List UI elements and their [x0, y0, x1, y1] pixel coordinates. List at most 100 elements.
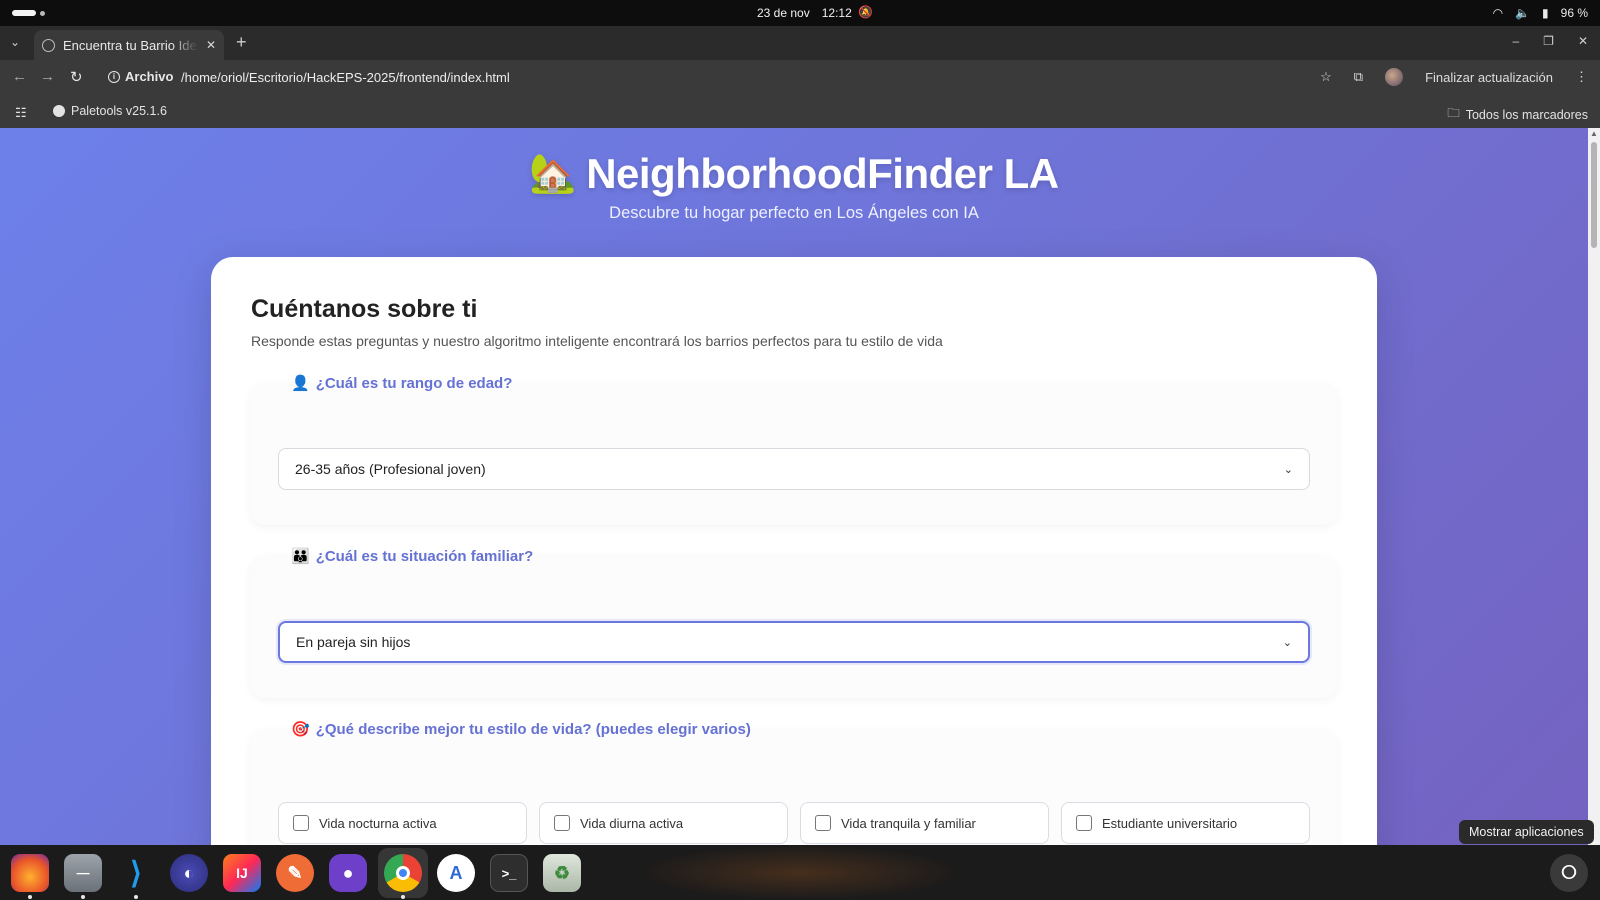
bookmark-favicon-icon [53, 105, 65, 117]
all-bookmarks-label: Todos los marcadores [1465, 107, 1588, 122]
firefox-icon[interactable] [11, 854, 49, 892]
age-question-label: 👤 ¿Cuál es tu rango de edad? [291, 374, 513, 393]
house-icon: 🏡 [529, 153, 577, 195]
notifications-muted-icon: 🔕 [858, 5, 873, 19]
age-select-value: 26-35 años (Profesional joven) [295, 461, 486, 477]
target-icon: 🎯 [291, 721, 310, 738]
vscode-icon[interactable]: ⟩ [117, 854, 155, 892]
running-indicator [81, 895, 85, 899]
trash-icon[interactable]: ♻ [543, 854, 581, 892]
hero-header: 🏡 NeighborhoodFinder LA Descubre tu hoga… [0, 150, 1588, 223]
tab-active[interactable]: Encuentra tu Barrio Ideal ✕ [34, 30, 224, 60]
person-icon: 👤 [291, 375, 310, 392]
folder-icon: 🗀 [1447, 106, 1460, 120]
scheme-label: Archivo [125, 69, 174, 84]
site-title-text: NeighborhoodFinder LA [586, 150, 1059, 197]
close-tab-icon[interactable]: ✕ [206, 38, 216, 52]
checkbox[interactable] [815, 815, 831, 831]
option-label: Vida nocturna activa [319, 815, 437, 831]
family-select-value: En pareja sin hijos [296, 634, 411, 650]
back-arrow-icon[interactable]: ← [12, 68, 27, 85]
all-bookmarks-button[interactable]: 🗀 Todos los marcadores [1447, 104, 1588, 125]
show-apps-icon[interactable]: ⭘ [1550, 854, 1588, 892]
family-icon: 👪 [291, 548, 310, 565]
restore-icon[interactable]: ❐ [1543, 34, 1554, 48]
reload-icon[interactable]: ↻ [70, 68, 83, 86]
lifestyle-option-quiet-family[interactable]: Vida tranquila y familiar [800, 802, 1049, 844]
globe-icon [42, 38, 55, 52]
postman-icon[interactable]: ✎ [276, 854, 314, 892]
chrome-icon[interactable] [384, 854, 422, 892]
address-bar[interactable]: /home/oriol/Escritorio/HackEPS-2025/fron… [181, 70, 510, 85]
running-indicator [134, 895, 138, 899]
tab-title: Encuentra tu Barrio Ideal [63, 37, 198, 53]
age-question: 👤 ¿Cuál es tu rango de edad? 26-35 años … [251, 375, 1337, 525]
show-apps-tooltip: Mostrar aplicaciones [1459, 820, 1594, 844]
checkbox[interactable] [293, 815, 309, 831]
site-subtitle: Descubre tu hogar perfecto en Los Ángele… [609, 204, 979, 222]
clock[interactable]: 23 de nov 12:12 [757, 6, 852, 20]
age-select[interactable]: 26-35 años (Profesional joven) ⌄ [278, 448, 1310, 490]
clock-time: 12:12 [821, 6, 852, 20]
workspace-pill [12, 10, 36, 16]
intellij-icon[interactable]: IJ [223, 854, 261, 892]
profile-avatar[interactable] [1385, 68, 1404, 86]
lifestyle-question: 🎯 ¿Qué describe mejor tu estilo de vida?… [251, 721, 1337, 845]
github-desktop-icon[interactable]: ● [329, 854, 367, 892]
form-subtitle: Responde estas preguntas y nuestro algor… [251, 333, 943, 349]
extensions-icon[interactable]: ⧉ [1354, 69, 1363, 85]
lifestyle-question-text: ¿Qué describe mejor tu estilo de vida? (… [315, 720, 751, 738]
clock-date: 23 de nov [757, 6, 810, 20]
option-label: Estudiante universitario [1102, 815, 1238, 831]
toolbar-actions: ☆ ⧉ Finalizar actualización ⋮ [1320, 68, 1588, 86]
bookmark-star-icon[interactable]: ☆ [1320, 69, 1332, 85]
apps-grid-icon[interactable]: ☷ [15, 105, 27, 121]
eclipse-icon[interactable]: ◐ [170, 854, 208, 892]
app-center-icon[interactable]: A [437, 854, 475, 892]
activities-indicator[interactable] [12, 10, 45, 16]
workspace-dot [40, 10, 45, 16]
lifestyle-option-daytime[interactable]: Vida diurna activa [539, 802, 788, 844]
dock-wallpaper-glow [640, 845, 960, 900]
lifestyle-question-label: 🎯 ¿Qué describe mejor tu estilo de vida?… [291, 720, 751, 739]
minimize-icon[interactable]: – [1512, 34, 1519, 48]
checkbox[interactable] [554, 815, 570, 831]
update-button[interactable]: Finalizar actualización [1425, 70, 1553, 85]
site-info-chip[interactable]: i Archivo [108, 69, 173, 84]
system-top-bar: 23 de nov 12:12 🔕 ◠ 🔈 ▮ 96 % [0, 0, 1600, 26]
tab-search-chevron-icon[interactable]: ⌄ [10, 35, 20, 49]
option-label: Vida diurna activa [580, 815, 684, 831]
family-select[interactable]: En pareja sin hijos ⌄ [278, 621, 1310, 663]
window-controls: – ❐ ✕ [1512, 34, 1588, 48]
scrollbar-thumb[interactable] [1591, 142, 1597, 248]
age-question-text: ¿Cuál es tu rango de edad? [315, 374, 513, 392]
running-indicator [401, 895, 405, 899]
bookmark-label: Paletools v25.1.6 [71, 104, 167, 118]
new-tab-icon[interactable]: + [236, 32, 247, 53]
terminal-icon[interactable]: >_ [490, 854, 528, 892]
lifestyle-options: Vida nocturna activa Vida diurna activa … [278, 802, 1310, 844]
bookmark-paletools[interactable]: Paletools v25.1.6 [53, 104, 167, 118]
checkbox[interactable] [1076, 815, 1092, 831]
system-tray[interactable]: ◠ 🔈 ▮ 96 % [1493, 6, 1588, 20]
site-title: 🏡 NeighborhoodFinder LA [0, 150, 1588, 198]
dock: ─ ⟩ ◐ IJ ✎ ● A >_ ♻ ⭘ [0, 845, 1600, 900]
form-title: Cuéntanos sobre ti [251, 295, 478, 323]
lifestyle-option-student[interactable]: Estudiante universitario [1061, 802, 1310, 844]
browser-toolbar: ← → ↻ i Archivo /home/oriol/Escritorio/H… [0, 60, 1600, 96]
questionnaire-card: Cuéntanos sobre ti Responde estas pregun… [211, 257, 1377, 845]
more-menu-icon[interactable]: ⋮ [1575, 69, 1588, 85]
bookmarks-bar: ☷ Paletools v25.1.6 🗀 Todos los marcador… [0, 96, 1600, 128]
lifestyle-option-nightlife[interactable]: Vida nocturna activa [278, 802, 527, 844]
battery-icon: ▮ [1542, 6, 1549, 20]
close-window-icon[interactable]: ✕ [1578, 34, 1588, 48]
battery-level: 96 % [1560, 6, 1588, 20]
running-indicator [28, 895, 32, 899]
scroll-up-icon[interactable]: ▲ [1590, 129, 1598, 138]
forward-arrow-icon[interactable]: → [40, 68, 55, 85]
files-icon[interactable]: ─ [64, 854, 102, 892]
family-question-text: ¿Cuál es tu situación familiar? [315, 547, 534, 565]
option-label: Vida tranquila y familiar [841, 815, 976, 831]
chevron-down-icon: ⌄ [1283, 463, 1293, 476]
page-scrollbar[interactable]: ▲ [1588, 128, 1600, 845]
